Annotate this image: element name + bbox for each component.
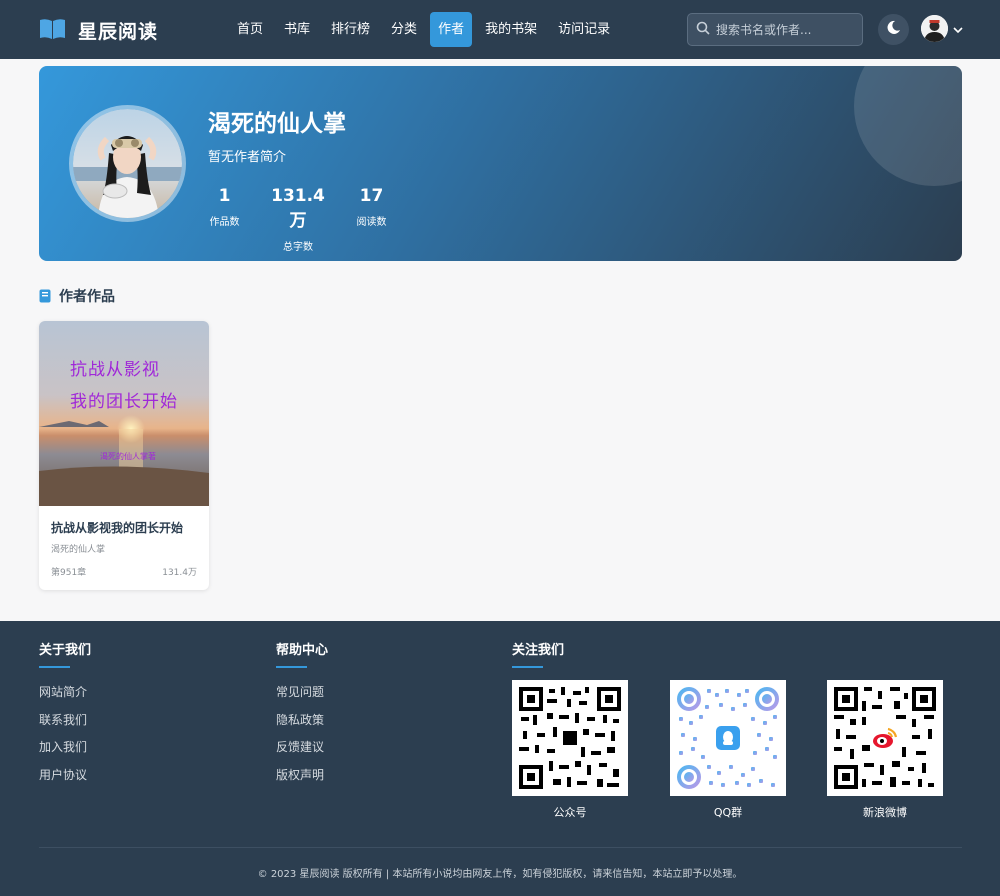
site-logo[interactable]: 星辰阅读: [39, 17, 158, 44]
cover-author-suffix: 著: [148, 452, 156, 461]
author-avatar: [69, 105, 186, 222]
qr-code-image: [827, 680, 943, 796]
cover-title-line-2: 我的团长开始: [70, 392, 178, 412]
book-open-icon: [39, 18, 66, 44]
footer-link-contact[interactable]: 联系我们: [39, 711, 91, 739]
footer-divider-accent: [39, 666, 70, 668]
nav-home[interactable]: 首页: [229, 12, 271, 47]
stat-reads-value: 17: [359, 186, 384, 206]
footer-about: 关于我们 网站简介 联系我们 加入我们 用户协议: [39, 639, 91, 793]
book-title[interactable]: 抗战从影视我的团长开始: [51, 519, 183, 536]
stat-reads: 17 阅读数: [355, 186, 388, 253]
qr-code-image: [512, 680, 628, 796]
search-icon[interactable]: [696, 20, 710, 39]
logo-text: 星辰阅读: [78, 21, 159, 43]
footer-link-faq[interactable]: 常见问题: [276, 683, 328, 711]
footer-about-title: 关于我们: [39, 643, 92, 658]
footer-follow-title: 关注我们: [512, 643, 565, 658]
chevron-down-icon[interactable]: [953, 19, 963, 38]
moon-icon: [886, 20, 901, 39]
author-name: 渴死的仙人掌: [208, 111, 346, 137]
stat-words: 131.4万 总字数: [265, 186, 331, 253]
stat-works-label: 作品数: [209, 217, 240, 228]
search-input[interactable]: [716, 22, 856, 37]
works-title-text: 作者作品: [59, 289, 115, 305]
top-navbar: 星辰阅读 首页 书库 排行榜 分类 作者 我的书架 访问记录: [0, 0, 1000, 59]
nav-category[interactable]: 分类: [383, 12, 425, 47]
footer-link-intro[interactable]: 网站简介: [39, 683, 91, 711]
qr-code-image: [670, 680, 786, 796]
qr-wechat[interactable]: 公众号: [512, 680, 628, 820]
decorative-circle: [854, 66, 962, 186]
footer-divider: [39, 847, 962, 848]
footer-follow: 关注我们: [512, 639, 564, 668]
nav-author[interactable]: 作者: [430, 12, 473, 47]
footer-divider-accent: [512, 666, 543, 668]
stat-works: 1 作品数: [208, 186, 241, 253]
footer-link-feedback[interactable]: 反馈建议: [276, 738, 328, 766]
footer-divider-accent: [276, 666, 307, 668]
footer-link-privacy[interactable]: 隐私政策: [276, 711, 328, 739]
cover-title-line-1: 抗战从影视: [70, 360, 160, 380]
user-menu[interactable]: [921, 15, 963, 42]
book-icon: [39, 289, 51, 303]
qr-weibo[interactable]: 新浪微博: [827, 680, 943, 820]
main-menu: 首页 书库 排行榜 分类 作者 我的书架 访问记录: [229, 12, 623, 47]
user-avatar[interactable]: [921, 15, 948, 42]
qr-label-wechat: 公众号: [553, 806, 587, 819]
footer-copyright: © 2023 星辰阅读 版权所有 | 本站所有小说均由网友上传，如有侵犯版权，请…: [257, 869, 743, 880]
book-word-count: 131.4万: [162, 568, 197, 578]
stat-words-value: 131.4万: [271, 186, 325, 231]
nav-ranking[interactable]: 排行榜: [323, 12, 378, 47]
site-footer: 关于我们 网站简介 联系我们 加入我们 用户协议 帮助中心 常见问题 隐私政策 …: [0, 621, 1000, 896]
search-box: [687, 13, 863, 46]
footer-link-join[interactable]: 加入我们: [39, 738, 91, 766]
book-chapter-count: 第951章: [51, 568, 87, 578]
footer-help-title: 帮助中心: [276, 643, 329, 658]
qr-label-weibo: 新浪微博: [863, 806, 907, 819]
cover-author-name: 渴死的仙人掌: [100, 452, 148, 461]
footer-link-agreement[interactable]: 用户协议: [39, 766, 91, 794]
nav-history[interactable]: 访问记录: [550, 12, 618, 47]
book-card[interactable]: 抗战从影视 我的团长开始 渴死的仙人掌著 抗战从影视我的团长开始 渴死的仙人掌 …: [39, 321, 209, 590]
qr-qq-group[interactable]: QQ群: [670, 680, 786, 820]
works-section-title: 作者作品: [39, 286, 115, 306]
stat-words-label: 总字数: [283, 242, 313, 253]
stat-reads-label: 阅读数: [356, 217, 387, 228]
nav-bookshelf[interactable]: 我的书架: [477, 12, 545, 47]
author-stats: 1 作品数 131.4万 总字数 17 阅读数: [208, 186, 412, 253]
author-intro: 暂无作者简介: [208, 150, 287, 165]
footer-help: 帮助中心 常见问题 隐私政策 反馈建议 版权声明: [276, 639, 328, 793]
theme-toggle-button[interactable]: [878, 14, 909, 45]
book-cover[interactable]: 抗战从影视 我的团长开始 渴死的仙人掌著: [39, 321, 209, 506]
stat-works-value: 1: [218, 186, 231, 206]
cover-author: 渴死的仙人掌著: [100, 451, 156, 462]
qr-label-qq: QQ群: [713, 806, 743, 819]
footer-link-copyright[interactable]: 版权声明: [276, 766, 328, 794]
book-author: 渴死的仙人掌: [51, 545, 106, 555]
nav-library[interactable]: 书库: [276, 12, 318, 47]
author-banner: 渴死的仙人掌 暂无作者简介 1 作品数 131.4万 总字数 17 阅读数: [39, 66, 962, 261]
